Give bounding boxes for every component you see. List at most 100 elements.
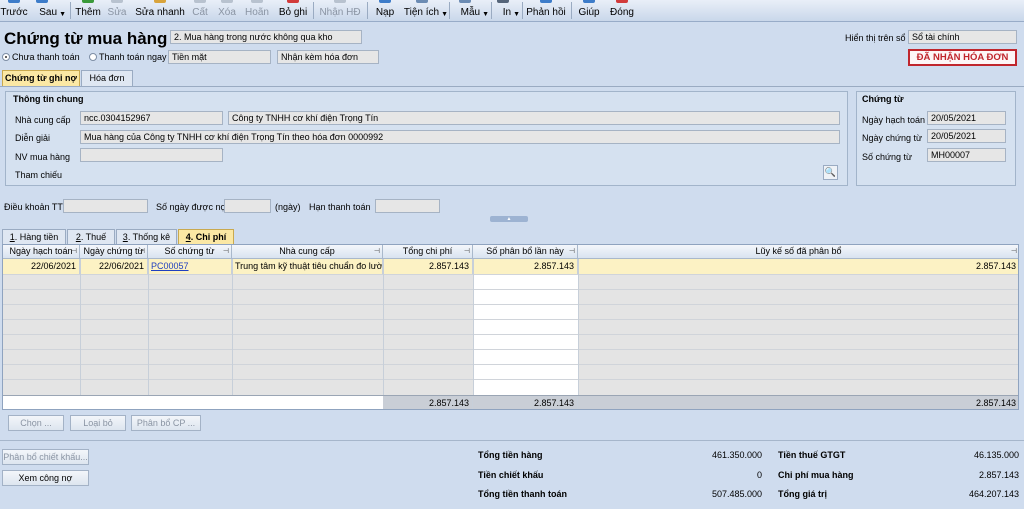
supplier-name-field[interactable]: Công ty TNHH cơ khí điện Trọng Tín	[228, 111, 840, 125]
chevron-down-icon: ▼	[482, 11, 489, 18]
print-menu[interactable]: In ▼	[496, 0, 520, 22]
column-separator	[473, 259, 474, 395]
chevron-down-icon: ▼	[441, 11, 448, 18]
voucher-date-label: Ngày chứng từ	[862, 133, 923, 143]
tab-costs[interactable]: 4. Chi phí	[178, 229, 234, 245]
posting-date-field[interactable]: 20/05/2021	[927, 111, 1006, 125]
col-header-allocated-cumulative[interactable]: Lũy kế số đã phân bổ ⊣	[578, 245, 1018, 259]
page-title: Chứng từ mua hàng	[4, 29, 168, 48]
voucher-no-field[interactable]: MH00007	[927, 148, 1006, 162]
empty-row-line	[3, 364, 1018, 365]
purchase-type-select[interactable]: 2. Mua hàng trong nước không qua kho	[170, 30, 362, 44]
feedback-button[interactable]: Phản hồi	[526, 0, 566, 22]
empty-row-line	[3, 334, 1018, 335]
add-button[interactable]: Thêm	[75, 0, 101, 22]
next-icon	[36, 0, 48, 3]
help-button[interactable]: Giúp	[578, 0, 600, 22]
tab-goods[interactable]: 1. Hàng tiền	[2, 229, 66, 245]
radio-unpaid-label: Chưa thanh toán	[12, 52, 80, 62]
print-icon	[497, 0, 509, 3]
template-menu[interactable]: Mẫu ▼	[455, 0, 489, 22]
edit-icon	[111, 0, 123, 3]
divider	[0, 440, 1024, 441]
buyer-field[interactable]	[80, 148, 223, 162]
col-header-total-cost[interactable]: Tổng chi phí ⊣	[383, 245, 473, 259]
separator	[313, 2, 314, 19]
prev-button[interactable]: Trước	[0, 0, 28, 22]
col-header-voucher-date[interactable]: Ngày chứng từ ⊣	[80, 245, 148, 259]
empty-row-line	[3, 379, 1018, 380]
chevron-down-icon: ▼	[513, 11, 520, 18]
separator	[449, 2, 450, 19]
unpost-button[interactable]: Bỏ ghi	[279, 0, 307, 22]
terms-field[interactable]	[63, 199, 148, 213]
edit-button[interactable]: Sửa	[107, 0, 127, 22]
tab-tax[interactable]: 2. Thuế	[67, 229, 115, 245]
cell-voucher-no-link[interactable]: PC00057	[148, 259, 232, 274]
utility-icon	[416, 0, 428, 3]
cell-posting-date: 22/06/2021	[3, 259, 80, 274]
col-header-allocated-now[interactable]: Số phân bổ lần này ⊣	[473, 245, 578, 259]
template-icon	[459, 0, 471, 3]
close-button[interactable]: Đóng	[610, 0, 634, 22]
voucher-title: Chứng từ	[862, 94, 904, 104]
view-debt-button[interactable]: Xem công nợ	[2, 470, 89, 486]
next-button[interactable]: Sau ▼	[30, 0, 66, 22]
value-total-value: 464.207.143	[968, 489, 1019, 499]
cell-allocated-now[interactable]: 2.857.143	[473, 259, 578, 274]
description-label: Diễn giải	[15, 133, 51, 143]
empty-row-line	[3, 289, 1018, 290]
footer-allocated-now: 2.857.143	[473, 396, 578, 409]
table-row[interactable]: 22/06/2021 22/06/2021 PC00057 Trung tâm …	[3, 259, 1018, 274]
payment-method-select[interactable]: Tiền mặt	[168, 50, 271, 64]
allocate-discount-button[interactable]: Phân bổ chiết khấu...	[2, 449, 89, 465]
voucher-date-field[interactable]: 20/05/2021	[927, 129, 1006, 143]
close-icon	[616, 0, 628, 3]
reference-label: Tham chiếu	[15, 170, 63, 180]
reference-search-button[interactable]: 🔍	[823, 165, 838, 180]
quick-edit-button[interactable]: Sửa nhanh	[135, 0, 185, 22]
description-field[interactable]: Mua hàng của Công ty TNHH cơ khí điện Tr…	[80, 130, 840, 144]
due-date-field[interactable]	[375, 199, 440, 213]
chevron-down-icon: ▼	[59, 11, 66, 18]
tab-statistics[interactable]: 3. Thống kê	[116, 229, 177, 245]
radio-unpaid[interactable]	[2, 53, 10, 61]
invoice-option-select[interactable]: Nhận kèm hóa đơn	[277, 50, 379, 64]
credit-days-label: Số ngày được nợ	[156, 202, 227, 212]
remove-button[interactable]: Loại bỏ	[70, 415, 126, 431]
pin-icon: ⊣	[70, 248, 77, 255]
postpone-button[interactable]: Hoãn	[245, 0, 269, 22]
display-on-book-select[interactable]: Sổ tài chính	[908, 30, 1017, 44]
save-icon	[194, 0, 206, 3]
buyer-label: NV mua hàng	[15, 152, 71, 162]
credit-days-field[interactable]	[224, 199, 271, 213]
col-header-posting-date[interactable]: Ngày hạch toán ⊣	[3, 245, 80, 259]
delete-icon	[221, 0, 233, 3]
allocate-cost-button[interactable]: Phân bổ CP ...	[131, 415, 201, 431]
tab-strip-line	[0, 86, 1024, 87]
utility-menu[interactable]: Tiện ích ▼	[404, 0, 448, 22]
collapse-icon[interactable]: ▲	[490, 216, 528, 222]
receive-invoice-button[interactable]: Nhận HĐ	[319, 0, 361, 22]
goods-total-value: 461.350.000	[711, 450, 762, 460]
save-button[interactable]: Cất	[191, 0, 209, 22]
pin-icon: ⊣	[138, 248, 145, 255]
col-header-voucher-no[interactable]: Số chứng từ ⊣	[148, 245, 232, 259]
separator	[491, 2, 492, 19]
pin-icon: ⊣	[1010, 248, 1017, 255]
toolbar: Trước Sau ▼ Thêm Sửa Sửa nhanh Cất Xóa Ho…	[0, 0, 1024, 22]
purchase-cost-label: Chi phí mua hàng	[778, 470, 854, 480]
tab-invoice[interactable]: Hóa đơn	[81, 70, 133, 86]
editable-column-bg	[473, 259, 578, 395]
empty-row-line	[3, 304, 1018, 305]
delete-button[interactable]: Xóa	[217, 0, 237, 22]
radio-pay-now[interactable]	[89, 53, 97, 61]
grid-footer: 2.857.143 2.857.143 2.857.143	[3, 395, 1018, 409]
reload-button[interactable]: Nạp	[374, 0, 396, 22]
footer-blank	[3, 396, 383, 409]
col-header-supplier[interactable]: Nhà cung cấp ⊣	[232, 245, 383, 259]
empty-row-line	[3, 319, 1018, 320]
tab-debit-voucher[interactable]: Chứng từ ghi nợ	[2, 70, 80, 86]
choose-button[interactable]: Chọn ...	[8, 415, 64, 431]
supplier-code-field[interactable]: ncc.0304152967	[80, 111, 223, 125]
